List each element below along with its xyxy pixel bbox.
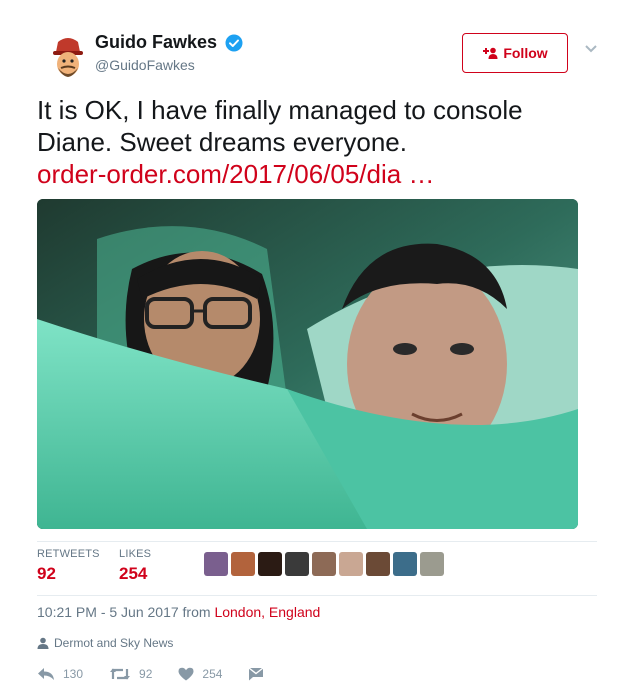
tweet-actions: 130 92 254 <box>37 664 290 684</box>
handle[interactable]: @GuidoFawkes <box>95 57 243 73</box>
retweets-stat[interactable]: RETWEETS 92 <box>37 548 100 584</box>
social-context-text[interactable]: Dermot and Sky News <box>54 636 173 650</box>
retweet-action[interactable]: 92 <box>109 667 152 681</box>
display-name[interactable]: Guido Fawkes <box>95 32 217 53</box>
liker-avatar[interactable] <box>339 552 363 576</box>
add-user-icon <box>483 47 498 59</box>
like-action[interactable]: 254 <box>178 667 222 681</box>
likes-label: LIKES <box>119 548 152 560</box>
chevron-down-icon[interactable] <box>584 44 598 54</box>
liker-avatar[interactable] <box>393 552 417 576</box>
reply-count: 130 <box>63 667 84 681</box>
retweets-count: 92 <box>37 564 56 583</box>
liker-avatar[interactable] <box>204 552 228 576</box>
tweet-header: Guido Fawkes @GuidoFawkes Follow <box>36 22 606 86</box>
tweet-stats: RETWEETS 92 LIKES 254 <box>37 541 597 596</box>
verified-badge-icon <box>225 34 243 51</box>
direct-message-action[interactable] <box>248 667 264 681</box>
like-count: 254 <box>202 667 223 681</box>
tweet-location[interactable]: London, England <box>214 604 320 620</box>
tweet-time: 10:21 PM - 5 Jun 2017 from <box>37 604 215 620</box>
direct-message-icon <box>248 667 264 681</box>
person-icon <box>37 637 49 649</box>
likes-stat[interactable]: LIKES 254 <box>119 548 151 584</box>
tweet-text: It is OK, I have finally managed to cons… <box>37 94 597 190</box>
likes-count: 254 <box>119 564 148 583</box>
follow-label: Follow <box>503 45 548 61</box>
author-names: Guido Fawkes @GuidoFawkes <box>95 32 243 73</box>
retweets-label: RETWEETS <box>37 548 100 560</box>
liker-avatar[interactable] <box>420 552 444 576</box>
liker-avatar[interactable] <box>366 552 390 576</box>
follow-button[interactable]: Follow <box>462 33 568 73</box>
reply-action[interactable]: 130 <box>37 667 83 681</box>
reply-icon <box>38 668 54 680</box>
liker-avatar[interactable] <box>285 552 309 576</box>
social-context: Dermot and Sky News <box>37 636 173 650</box>
author-avatar[interactable] <box>44 32 92 80</box>
liker-avatar[interactable] <box>312 552 336 576</box>
retweet-count: 92 <box>139 667 153 681</box>
photo-image <box>37 199 578 529</box>
guido-caricature-avatar-icon <box>44 32 92 80</box>
liker-avatars <box>204 552 444 576</box>
tweet-photo[interactable] <box>37 199 578 529</box>
liker-avatar[interactable] <box>231 552 255 576</box>
tweet-body: It is OK, I have finally managed to cons… <box>37 95 523 157</box>
tweet-timestamp: 10:21 PM - 5 Jun 2017 from London, Engla… <box>37 604 320 620</box>
retweet-icon <box>110 668 131 680</box>
heart-icon <box>178 667 194 681</box>
liker-avatar[interactable] <box>258 552 282 576</box>
tweet-link[interactable]: order-order.com/2017/06/05/dia … <box>37 158 597 190</box>
